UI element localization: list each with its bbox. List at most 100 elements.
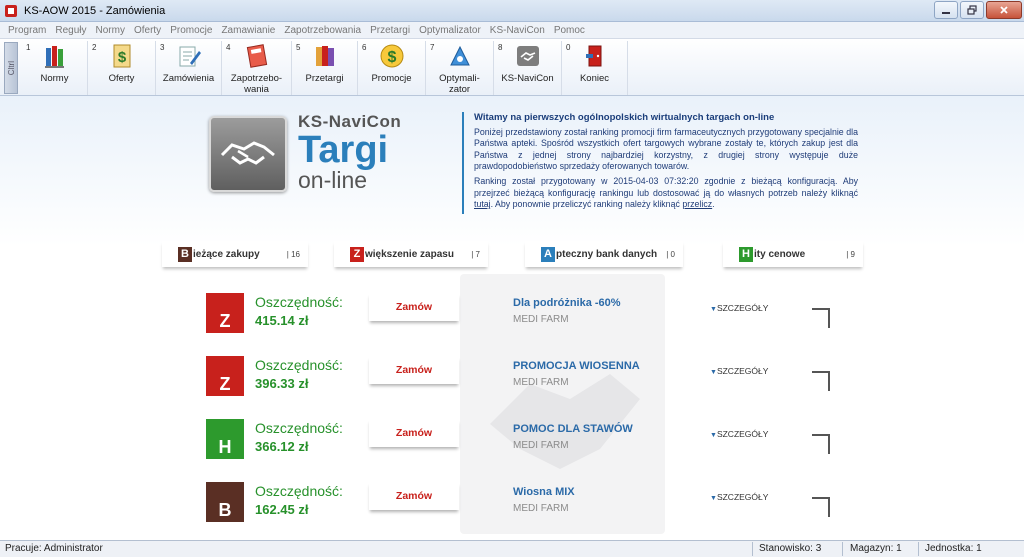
promotion-name[interactable]: PROMOCJA WIOSENNA [513,360,640,372]
offer-category-tile: Z [206,356,244,396]
expand-corner [812,434,830,454]
toolbar-shortcut-number: 5 [296,43,301,52]
menu-przetargi[interactable]: Przetargi [370,25,410,36]
main-content: KS-NaviCon Targi on-line Witamy na pierw… [0,96,1024,540]
details-toggle[interactable]: ▼SZCZEGÓŁY [710,492,768,502]
intro-ranking-text: . Aby ponownie przeliczyć ranking należy… [490,199,683,210]
offer-row: B Oszczędność: 162.45 zł Zamów Wiosna MI… [0,482,1024,540]
intro-ranking-paragraph: Ranking został przygotowany w 2015-04-03… [474,176,858,211]
order-button[interactable]: Zamów [369,293,459,321]
toolbar-shortcut-number: 3 [160,43,165,52]
toolbar-button-zapotrzebowania[interactable]: 4 Zapotrzebo- wania [222,41,292,95]
status-station: Stanowisko: 3 [759,543,822,554]
close-icon [1000,6,1008,14]
toolbar-shortcut-number: 7 [430,43,435,52]
savings-value: 366.12 zł [255,439,309,454]
dollar-sign-icon: $ [380,44,403,68]
category-badge: B [178,246,192,262]
recalculate-link[interactable]: przelicz [682,199,712,209]
expand-corner [812,371,830,391]
order-button[interactable]: Zamów [369,419,459,447]
expand-corner [812,497,830,517]
menu-promocje[interactable]: Promocje [170,25,212,36]
category-label: ieżące zakupy [193,248,260,260]
sidebar-tab[interactable]: Cltrl [4,42,18,94]
toolbar-button-koniec[interactable]: 0 Koniec [562,41,628,95]
menu-normy[interactable]: Normy [96,25,125,36]
intro-ranking-text: . [712,199,715,210]
savings-label: Oszczędność: [255,357,343,373]
svg-text:$: $ [117,49,126,66]
restore-icon [967,5,977,15]
intro-text: Witamy na pierwszych ogólnopolskich wirt… [462,112,858,214]
menu-zapotrzebowania[interactable]: Zapotrzebowania [284,25,361,36]
offer-row: Z Oszczędność: 415.14 zł Zamów Dla podró… [0,293,1024,353]
category-count: | 16 [286,249,300,259]
details-toggle[interactable]: ▼SZCZEGÓŁY [710,303,768,313]
category-label: większenie zapasu [365,248,454,260]
promotion-name[interactable]: Wiosna MIX [513,486,575,498]
category-count: | 7 [471,249,480,259]
menu-zamawianie[interactable]: Zamawianie [221,25,275,36]
category-tab-apteczny-bank-danych[interactable]: A pteczny bank danych | 0 [525,241,683,267]
toolbar-shortcut-number: 1 [26,43,31,52]
toolbar-label: Optymali- zator [439,73,480,95]
toolbar-shortcut-number: 4 [226,43,231,52]
category-tab-biezace-zakupy[interactable]: B ieżące zakupy | 16 [162,241,308,267]
window-title: KS-AOW 2015 - Zamówienia [24,4,166,17]
toolbar-label: Normy [40,73,69,84]
order-button[interactable]: Zamów [369,482,459,510]
menu-oferty[interactable]: Oferty [134,25,161,36]
category-count: | 0 [666,249,675,259]
menu-ks-navicon[interactable]: KS-NaviCon [490,25,545,36]
toolbar-shortcut-number: 6 [362,43,367,52]
handshake-icon [516,46,539,66]
savings-value: 396.33 zł [255,376,309,391]
category-tab-hity-cenowe[interactable]: H ity cenowe | 9 [723,241,863,267]
toolbar-button-optymalizator[interactable]: 7 Optymali- zator [426,41,494,95]
promotion-name[interactable]: Dla podróżnika -60% [513,297,621,309]
close-button[interactable] [986,1,1022,19]
toolbar-label: Oferty [108,73,135,84]
toolbar-label: Przetargi [305,73,344,84]
promotion-firm: MEDI FARM [513,314,569,325]
details-label: SZCZEGÓŁY [716,303,769,313]
category-label: pteczny bank danych [556,248,658,260]
menu-reguly[interactable]: Reguły [55,25,86,36]
config-link[interactable]: tutaj [474,199,491,209]
status-warehouse: Magazyn: 1 [850,543,902,554]
toolbar-button-promocje[interactable]: 6 $ Promocje [358,41,426,95]
title-bar: KS-AOW 2015 - Zamówienia [0,0,1024,22]
minimize-icon [942,12,950,14]
binders-icon [315,46,334,66]
maximize-button[interactable] [960,1,984,19]
navicon-logo [209,116,287,192]
menu-pomoc[interactable]: Pomoc [554,25,585,36]
dollar-document-icon: $ [113,44,130,68]
expand-corner [812,308,830,328]
menu-optymalizator[interactable]: Optymalizator [419,25,481,36]
toolbar-button-zamowienia[interactable]: 3 Zamówienia [156,41,222,95]
intro-ranking-text: Ranking został przygotowany w 2015-04-03… [474,175,858,198]
books-icon [44,46,64,68]
details-toggle[interactable]: ▼SZCZEGÓŁY [710,366,768,376]
category-badge: H [739,246,753,262]
toolbar-label: KS-NaviCon [501,73,554,84]
toolbar-button-oferty[interactable]: 2 $ Oferty [88,41,156,95]
menu-program[interactable]: Program [8,25,46,36]
pen-document-icon [179,46,201,67]
toolbar-button-przetargi[interactable]: 5 Przetargi [292,41,358,95]
category-tab-zwiekszenie-zapasu[interactable]: Z większenie zapasu | 7 [334,241,488,267]
promotion-firm: MEDI FARM [513,503,569,514]
status-separator [918,542,919,556]
details-label: SZCZEGÓŁY [716,366,769,376]
promotion-name[interactable]: POMOC DLA STAWÓW [513,423,633,435]
caret-down-icon: ▼ [710,306,717,313]
toolbar-button-ks-navicon[interactable]: 8 KS-NaviCon [494,41,562,95]
toolbar-button-normy[interactable]: 1 Normy [22,41,88,95]
details-toggle[interactable]: ▼SZCZEGÓŁY [710,429,768,439]
minimize-button[interactable] [934,1,958,19]
sidebar-tab-label: Cltrl [6,60,16,76]
order-button[interactable]: Zamów [369,356,459,384]
brand-line3: on-line [298,167,368,193]
